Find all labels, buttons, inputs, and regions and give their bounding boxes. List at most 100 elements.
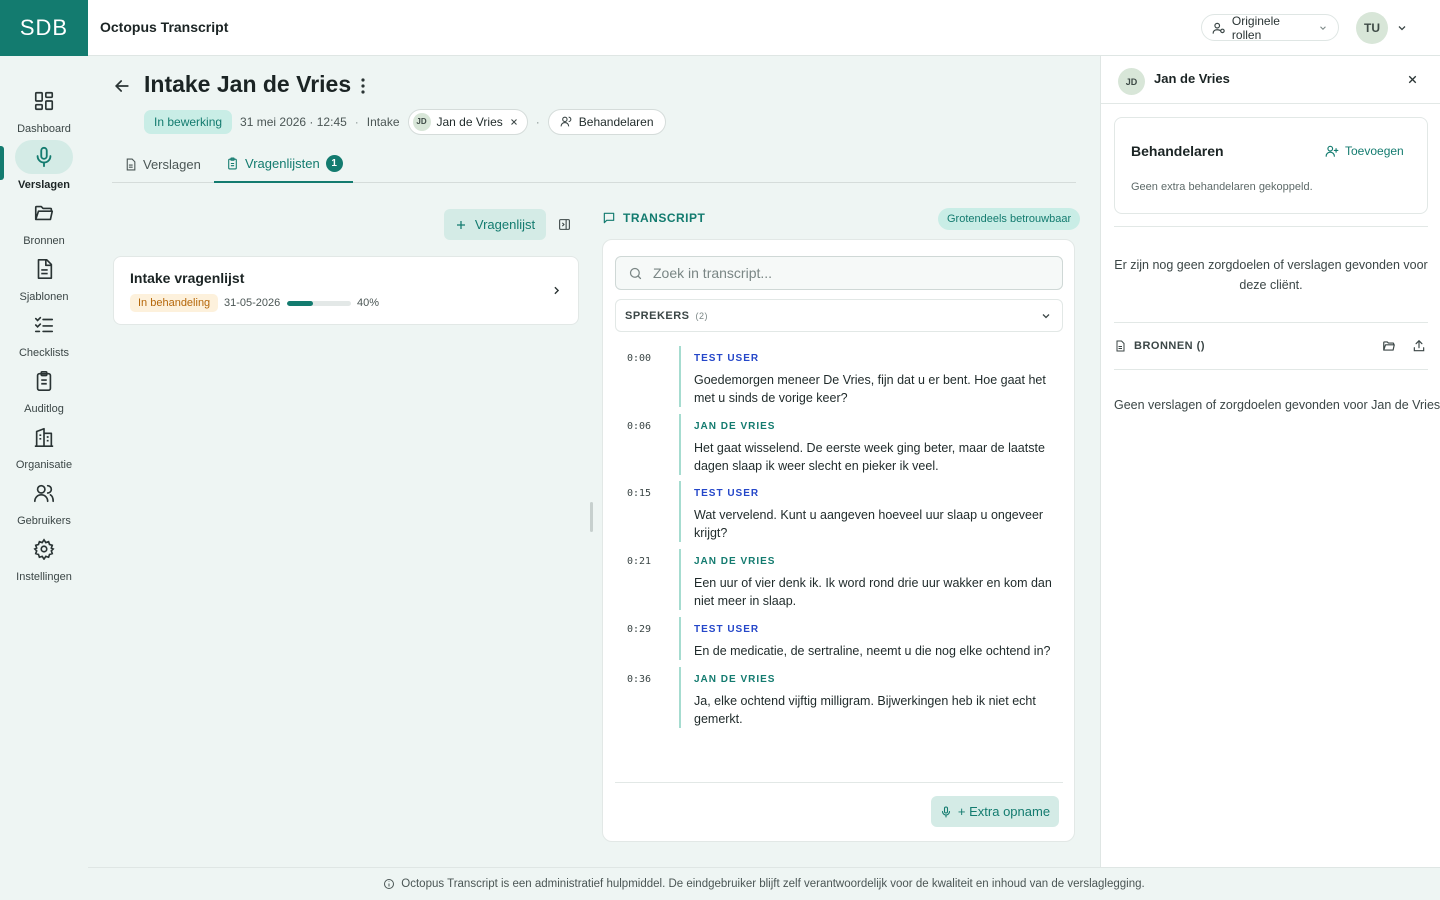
segment-text: Wat vervelend. Kunt u aangeven hoeveel u… (694, 508, 1044, 540)
segment-line (679, 414, 681, 475)
client-avatar: JD (1118, 68, 1145, 95)
meta-row: In bewerking 31 mei 2026 · 12:45 · Intak… (144, 108, 666, 135)
roles-label: Originele rollen (1231, 13, 1280, 42)
segment-time[interactable]: 0:06 (627, 421, 651, 432)
behandelaren-card: Behandelaren Toevoegen Geen extra behand… (1114, 117, 1428, 214)
questionnaire-date: 31-05-2026 (224, 297, 281, 309)
segment-time[interactable]: 0:00 (627, 353, 651, 364)
separator: · (354, 114, 359, 129)
user-menu-chevron-icon[interactable] (1396, 22, 1408, 34)
collapse-panel-icon[interactable] (558, 218, 571, 231)
questionnaire-card[interactable]: Intake vragenlijst In behandeling 31-05-… (113, 256, 579, 325)
bronnen-label: BRONNEN () (1134, 340, 1205, 352)
sidebar-item-bronnen[interactable]: Bronnen (0, 196, 88, 247)
segment-line (679, 549, 681, 610)
behandelaren-label: Behandelaren (578, 114, 654, 129)
sidebar-item-label: Gebruikers (17, 515, 71, 527)
behandelaren-empty-text: Geen extra behandelaren gekoppeld. (1131, 181, 1313, 193)
sidebar-item-label: Dashboard (17, 123, 71, 135)
chevron-down-icon (1320, 25, 1326, 30)
segment-text: En de medicatie, de sertraline, neemt u … (694, 644, 1051, 658)
reliability-badge: Grotendeels betrouwbaar (938, 208, 1081, 230)
remove-client-icon[interactable] (509, 117, 519, 127)
progress-fill (287, 301, 313, 306)
sidebar-item-verslagen[interactable]: Verslagen (0, 140, 88, 191)
sidebar-item-dashboard[interactable]: Dashboard (0, 84, 88, 135)
logo[interactable]: SDB (0, 0, 88, 56)
user-avatar[interactable]: TU (1356, 12, 1388, 44)
extra-recording-label: + Extra opname (957, 804, 1051, 819)
close-icon[interactable] (1406, 73, 1419, 86)
chevron-down-icon (1042, 313, 1050, 318)
add-questionnaire-button[interactable]: Vragenlijst (444, 209, 546, 240)
document-icon (1116, 340, 1125, 352)
panel-resize-handle[interactable] (590, 502, 593, 532)
sidebar-item-organisatie[interactable]: Organisatie (0, 420, 88, 471)
folder-icon[interactable] (1382, 339, 1396, 353)
building-icon (34, 427, 54, 447)
plus-icon (456, 220, 465, 229)
segment-speaker: TEST USER (694, 488, 760, 499)
segment-text: Het gaat wisselend. De eerste week ging … (694, 441, 1045, 473)
tab-vragenlijsten[interactable]: Vragenlijsten 1 (214, 146, 353, 183)
sidebar-item-label: Verslagen (18, 179, 70, 191)
no-reports-message: Geen verslagen of zorgdoelen gevonden vo… (1114, 398, 1440, 412)
tab-verslagen[interactable]: Verslagen (124, 146, 201, 182)
questionnaire-status-badge: In behandeling (130, 294, 219, 312)
sidebar-item-label: Sjablonen (19, 291, 69, 303)
app-title: Octopus Transcript (100, 19, 229, 35)
bronnen-section-header: BRONNEN () (1114, 336, 1428, 356)
back-arrow-icon[interactable] (112, 76, 132, 96)
client-chip[interactable]: JD Jan de Vries (407, 108, 528, 135)
sidebar-item-instellingen[interactable]: Instellingen (0, 532, 88, 583)
sidebar-item-label: Auditlog (24, 403, 64, 415)
segment-time[interactable]: 0:36 (627, 674, 651, 685)
divider (1114, 322, 1428, 323)
extra-recording-button[interactable]: + Extra opname (931, 796, 1059, 827)
chevron-right-icon (554, 286, 560, 295)
search-placeholder: Zoek in transcript... (653, 265, 773, 281)
client-avatar: JD (412, 112, 431, 131)
page-title: Intake Jan de Vries (144, 71, 352, 97)
segment-time[interactable]: 0:15 (627, 488, 651, 499)
client-side-panel: JD Jan de Vries Behandelaren Toevoegen G… (1100, 56, 1440, 867)
chat-icon (603, 212, 615, 224)
original-roles-button[interactable]: Originele rollen (1201, 13, 1339, 42)
sidebar-item-label: Checklists (18, 347, 70, 359)
speakers-label: SPREKERS (625, 309, 690, 322)
segment-line (679, 481, 681, 542)
transcript-panel: Zoek in transcript... SPREKERS (2) 0:00 … (602, 239, 1075, 842)
segment-text: Een uur of vier denk ik. Ik word rond dr… (694, 576, 1052, 608)
segment-line (679, 667, 681, 728)
client-chip-label: Jan de Vries (436, 114, 503, 129)
questionnaire-progress-label: 40% (357, 297, 380, 309)
sidebar-item-checklists[interactable]: Checklists (0, 308, 88, 359)
upload-icon[interactable] (1412, 339, 1426, 353)
segment-time[interactable]: 0:21 (627, 556, 651, 567)
speakers-dropdown[interactable]: SPREKERS (2) (615, 299, 1063, 332)
sidebar-item-label: Organisatie (15, 459, 73, 471)
speakers-count: (2) (695, 310, 709, 321)
segment-speaker: JAN DE VRIES (694, 556, 776, 567)
add-behandelaar-button[interactable]: Toevoegen (1325, 144, 1404, 158)
sidebar-item-auditlog[interactable]: Auditlog (0, 364, 88, 415)
users-icon (34, 484, 54, 503)
sidebar-item-sjablonen[interactable]: Sjablonen (0, 252, 88, 303)
segment-speaker: TEST USER (694, 624, 760, 635)
divider (1114, 226, 1428, 227)
more-options-icon[interactable] (356, 77, 370, 95)
segment-text: Ja, elke ochtend vijftig milligram. Bijw… (694, 694, 1036, 726)
sidebar-item-gebruikers[interactable]: Gebruikers (0, 476, 88, 527)
footer-disclaimer: Octopus Transcript is een administratief… (88, 867, 1440, 900)
add-behandelaar-label: Toevoegen (1345, 144, 1404, 158)
behandelaren-button[interactable]: Behandelaren (547, 108, 666, 135)
disclaimer-text: Octopus Transcript is een administratief… (401, 878, 1145, 890)
user-roles-icon (1212, 22, 1225, 34)
sidebar-nav: Dashboard Verslagen Bronnen Sjablonen Ch… (0, 56, 88, 900)
side-panel-header: JD Jan de Vries (1101, 56, 1440, 104)
status-badge: In bewerking (144, 109, 233, 134)
transcript-search-input[interactable]: Zoek in transcript... (615, 256, 1063, 290)
mic-icon (36, 146, 52, 168)
transcript-heading-label: TRANSCRIPT (623, 211, 706, 225)
segment-time[interactable]: 0:29 (627, 624, 651, 635)
